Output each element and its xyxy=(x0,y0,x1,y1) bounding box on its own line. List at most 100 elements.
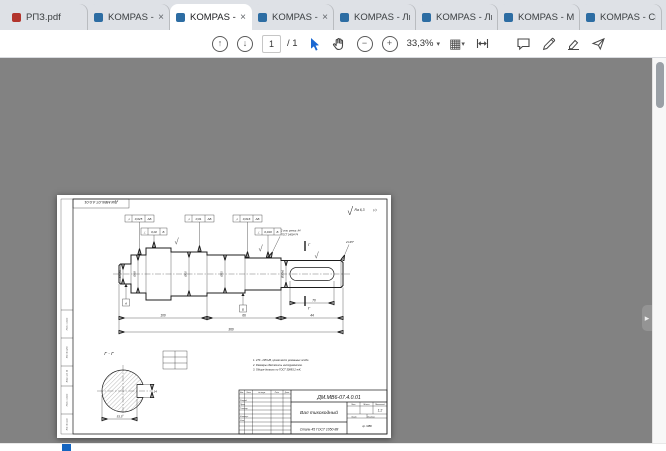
leader-note-line: ГОСТ 14034-74 xyxy=(281,234,299,237)
tab-kompas-spe[interactable]: KOMPAS - Спе... xyxy=(580,4,662,30)
hand-icon xyxy=(332,36,347,51)
draw-button[interactable] xyxy=(540,35,556,53)
tab-kompas-priv[interactable]: KOMPAS - Priv... × xyxy=(88,4,170,30)
tab-close-icon[interactable]: × xyxy=(158,12,164,23)
dimension-label: 66 xyxy=(242,314,246,318)
kompas-favicon xyxy=(504,13,513,22)
tab-title: РПЗ.pdf xyxy=(26,12,82,23)
kompas-favicon xyxy=(340,13,349,22)
side-panel-toggle[interactable]: ▸ xyxy=(642,305,652,331)
roughness-mark xyxy=(259,244,263,251)
zoom-out-button[interactable]: − xyxy=(357,36,373,52)
chevron-down-icon: ▾ xyxy=(437,40,441,48)
tb-role: Т.контр. xyxy=(240,408,249,410)
tab-title: KOMPAS - Лис... xyxy=(354,12,410,23)
next-page-button[interactable]: ↓ xyxy=(237,36,253,52)
tab-kompas-kol[interactable]: KOMPAS - Кол... × xyxy=(252,4,334,30)
shaft-view xyxy=(113,237,351,300)
tb-role: Н.контр. xyxy=(240,416,249,418)
fcf-symbol: ↗ xyxy=(187,217,190,221)
kompas-favicon xyxy=(94,13,103,22)
tab-kompas-mu[interactable]: KOMPAS - My... xyxy=(498,4,580,30)
drawing-sheet: Подп. и дата Инв. № дубл. Взам. инв. № П… xyxy=(57,195,391,438)
roughness-mark xyxy=(175,237,179,244)
tb-label: Лит. xyxy=(350,404,356,406)
diameter-label: Ø58 xyxy=(133,271,137,278)
fcf-symbol: ↗ xyxy=(127,217,130,221)
select-tool-button[interactable] xyxy=(307,35,323,53)
page-number-input[interactable]: 1 xyxy=(262,35,281,53)
tb-role: Пров. xyxy=(240,404,246,406)
highlight-button[interactable] xyxy=(565,35,581,53)
comment-button[interactable] xyxy=(515,35,531,53)
diameter-label: Ø55 xyxy=(220,271,224,278)
pdf-favicon xyxy=(12,13,21,22)
fcf-symbol: ↗ xyxy=(235,217,238,221)
tab-title: KOMPAS - Спе... xyxy=(600,12,656,23)
note-line: 1. 270...295 HB, кроме мест указанных ос… xyxy=(253,358,309,362)
tab-kompas-lis-2[interactable]: KOMPAS - Лис... xyxy=(416,4,498,30)
chamfer-note: 2×45° xyxy=(345,240,355,244)
leader-note-line: 2 отв. центр. А4 xyxy=(280,230,301,233)
share-button[interactable] xyxy=(590,35,606,53)
previous-page-button[interactable]: ↑ xyxy=(212,36,228,52)
fcf-value: 0,02 xyxy=(151,230,157,234)
hand-tool-button[interactable] xyxy=(332,35,348,53)
vertical-scrollbar[interactable] xyxy=(652,58,666,443)
comment-icon xyxy=(516,36,531,51)
section-view: Г - Г 14 53,5 xyxy=(97,351,187,422)
scale-value: 1:2 xyxy=(378,409,383,413)
section-label: Г - Г xyxy=(104,351,114,357)
tab-rpz-pdf[interactable]: РПЗ.pdf xyxy=(6,4,88,30)
zoom-level-select[interactable]: 33,3% ▾ xyxy=(407,38,440,49)
diameter-label: Ø60 xyxy=(184,271,188,278)
tab-close-icon[interactable]: × xyxy=(322,12,328,23)
tb-role: Разраб. xyxy=(240,400,248,402)
title-block: Изм. Лист № докум. Подп. Дата Разраб. Пр… xyxy=(239,390,387,434)
page-layout-button[interactable]: ▦ ▾ xyxy=(449,35,465,53)
organization-text: гр. МВ6 xyxy=(362,424,372,428)
designation-text: ДМ.МВ6-07.4.0.01 xyxy=(316,395,361,401)
tb-label: Масса xyxy=(364,404,371,406)
zoom-in-button[interactable]: + xyxy=(382,36,398,52)
tb-header: Дата xyxy=(284,392,290,394)
kompas-favicon xyxy=(586,13,595,22)
fcf-value: 0,016 xyxy=(264,230,272,234)
kompas-favicon xyxy=(422,13,431,22)
send-icon xyxy=(591,36,606,51)
technical-requirements: 1. 270...295 HB, кроме мест указанных ос… xyxy=(252,358,309,372)
fcf-datum: АБ xyxy=(207,217,212,221)
dimension-label: 14 xyxy=(154,390,158,394)
fit-width-button[interactable] xyxy=(474,35,490,53)
tb-role: Утв. xyxy=(240,420,245,422)
tb-header: № докум. xyxy=(258,391,266,394)
fcf-datum: Б xyxy=(163,230,165,234)
grid-view-icon: ▦ xyxy=(449,37,461,50)
fcf-symbol: ⊥ xyxy=(257,230,260,234)
tab-close-icon[interactable]: × xyxy=(240,12,246,23)
dimension-label: 44 xyxy=(310,314,314,318)
pdf-toolbar: ↑ ↓ 1 / 1 − + 33,3% ▾ ▦ ▾ xyxy=(0,30,666,58)
roughness-others: (√) xyxy=(373,208,377,212)
note-line: 3. Общие допуски по ГОСТ 30893.2-mK. xyxy=(253,368,302,372)
browser-window: РПЗ.pdf KOMPAS - Priv... × KOMPAS - Вал.… xyxy=(0,0,666,451)
margin-label: Инв. № дубл. xyxy=(66,345,69,358)
pdf-viewport[interactable]: Подп. и дата Инв. № дубл. Взам. инв. № П… xyxy=(0,58,666,443)
cut-letter: Г xyxy=(308,242,311,247)
material-text: Сталь 45 ГОСТ 1050-88 xyxy=(300,428,339,432)
tab-title: KOMPAS - Лис... xyxy=(436,12,492,23)
fcf-symbol: ⊥ xyxy=(143,230,146,234)
note-line: 2. Размеры обеспечить инструментом. xyxy=(252,363,303,367)
taskbar-strip xyxy=(0,443,666,451)
fcf-datum: Б xyxy=(277,230,279,234)
margin-label: Инв. № подл. xyxy=(66,417,69,430)
page-count-label: / 1 xyxy=(287,38,298,49)
scrollbar-thumb[interactable] xyxy=(656,62,664,108)
roughness-value: Ra 6,3 xyxy=(355,208,365,212)
tab-kompas-val-active[interactable]: KOMPAS - Вал... × xyxy=(170,4,252,30)
taskbar-app-icon[interactable] xyxy=(62,444,71,451)
dimension-label: 360 xyxy=(228,328,234,332)
tab-kompas-lis-1[interactable]: KOMPAS - Лис... xyxy=(334,4,416,30)
tb-header: Изм. xyxy=(240,392,244,394)
margin-label: Подп. и дата xyxy=(66,393,69,406)
